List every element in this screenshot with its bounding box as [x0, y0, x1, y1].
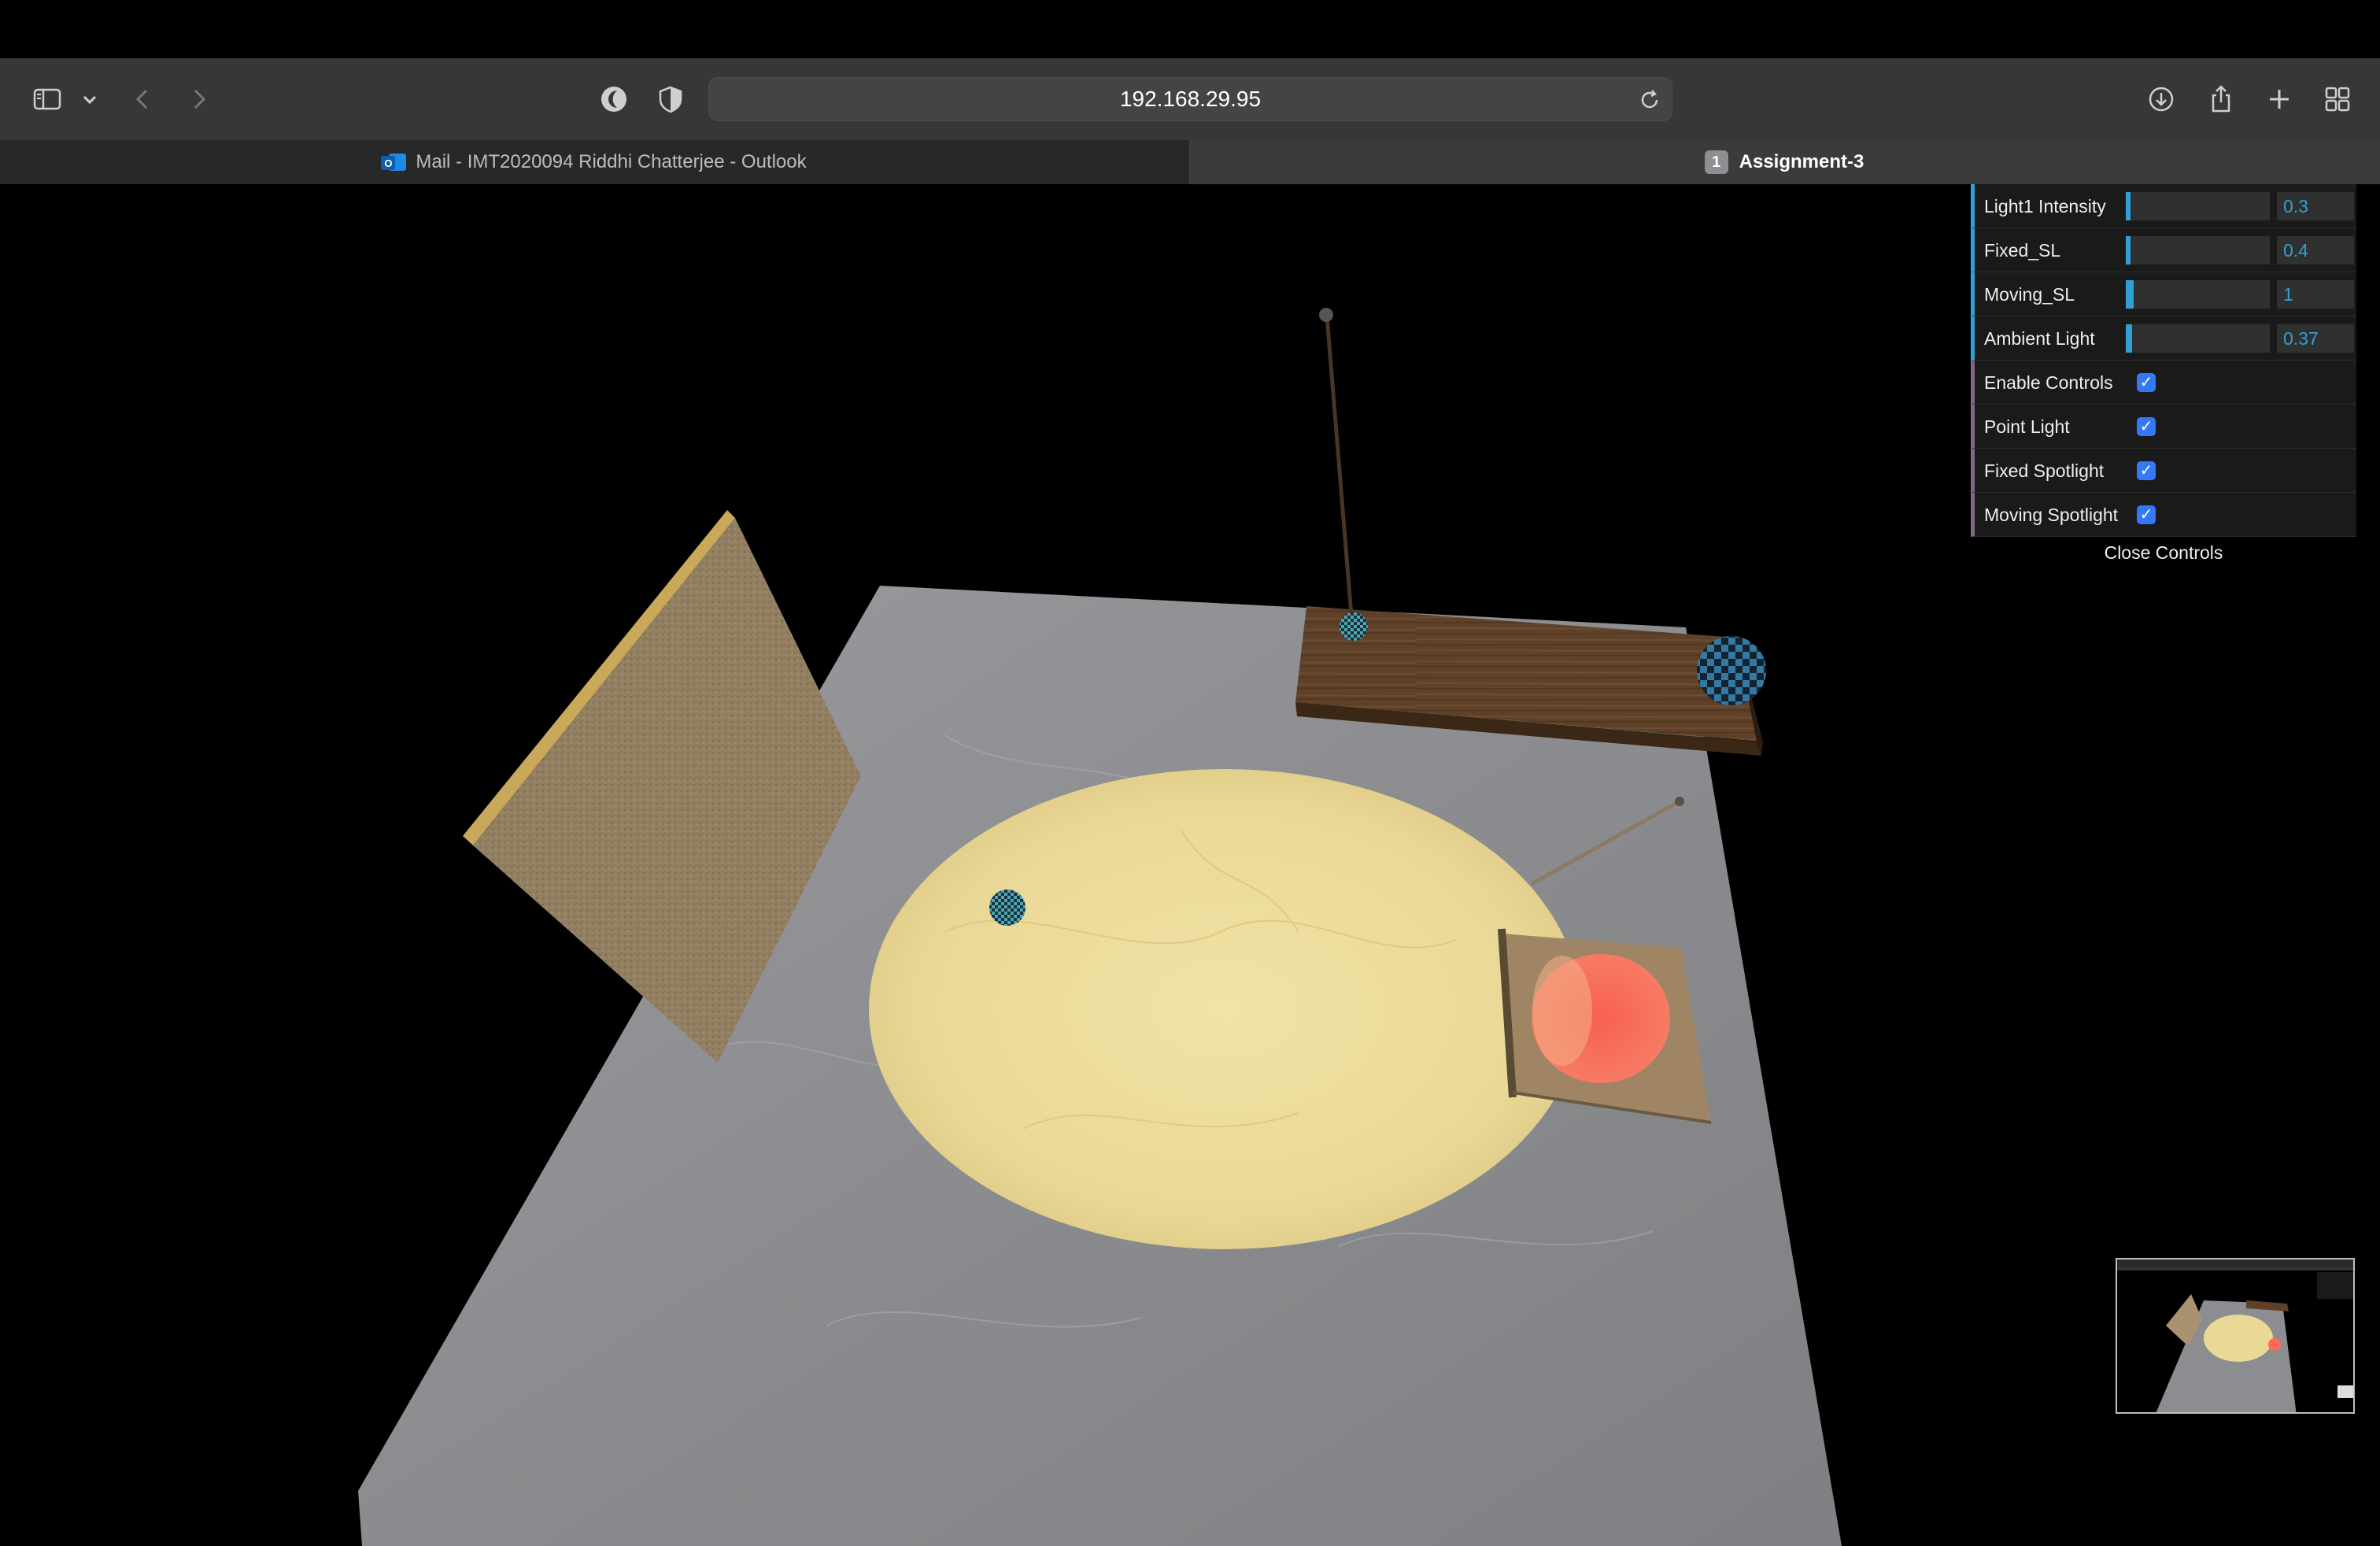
checkbox[interactable]: ✓ — [2137, 505, 2156, 524]
slider-moving-sl[interactable]: Moving_SL 1 — [1971, 272, 2356, 316]
slider-fixed-sl[interactable]: Fixed_SL 0.4 — [1971, 228, 2356, 272]
checkered-sphere-small — [1340, 612, 1368, 641]
tab-assignment-3[interactable]: 1 Assignment-3 — [1188, 140, 2380, 184]
slider-fill[interactable] — [2126, 192, 2131, 220]
checkered-sphere-floor — [989, 890, 1026, 926]
checkbox[interactable]: ✓ — [2137, 417, 2156, 436]
share-icon[interactable] — [2197, 76, 2245, 123]
toggle-fixed-spotlight[interactable]: Fixed Spotlight ✓ — [1971, 449, 2356, 493]
privacy-shield-icon[interactable] — [647, 76, 694, 123]
sidebar-icon[interactable] — [24, 76, 71, 123]
value-input[interactable]: 0.4 — [2277, 236, 2354, 264]
download-icon[interactable] — [2138, 76, 2185, 123]
toggle-point-light[interactable]: Point Light ✓ — [1971, 405, 2356, 449]
slider-track[interactable] — [2126, 324, 2270, 353]
slider-label: Light1 Intensity — [1984, 195, 2106, 216]
back-icon[interactable] — [120, 76, 167, 123]
chevron-down-icon[interactable] — [66, 76, 113, 123]
thumbnail-preview — [2117, 1259, 2353, 1412]
toggle-enable-controls[interactable]: Enable Controls ✓ — [1971, 361, 2356, 405]
dark-mode-icon[interactable] — [590, 76, 638, 123]
new-tab-icon[interactable] — [2256, 76, 2303, 123]
checkbox[interactable]: ✓ — [2137, 461, 2156, 480]
browser-toolbar: 192.168.29.95 — [0, 58, 2380, 140]
forward-icon[interactable] — [175, 76, 222, 123]
slider-track[interactable] — [2126, 192, 2270, 220]
tab-overview-icon[interactable] — [2314, 76, 2361, 123]
window-thumbnail[interactable] — [2116, 1258, 2355, 1414]
rod-end — [1675, 797, 1684, 806]
slider-label: Fixed_SL — [1984, 239, 2061, 261]
checkbox[interactable]: ✓ — [2137, 373, 2156, 392]
slider-track[interactable] — [2126, 280, 2270, 309]
spotlight-circle — [869, 769, 1580, 1249]
toggle-label: Fixed Spotlight — [1984, 460, 2105, 481]
lamp-pole — [1325, 316, 1354, 626]
address-bar[interactable]: 192.168.29.95 — [708, 77, 1672, 121]
slider-label: Ambient Light — [1984, 327, 2095, 349]
toggle-moving-spotlight[interactable]: Moving Spotlight ✓ — [1971, 493, 2356, 537]
slider-fill[interactable] — [2126, 236, 2131, 264]
slider-ambient-light[interactable]: Ambient Light 0.37 — [1971, 316, 2356, 361]
tab-badge: 1 — [1704, 150, 1728, 174]
slider-fill[interactable] — [2126, 324, 2132, 353]
outlook-icon: O — [381, 150, 407, 174]
reload-icon[interactable] — [1634, 84, 1665, 116]
url-text[interactable]: 192.168.29.95 — [709, 78, 1672, 120]
close-controls-button[interactable]: Close Controls — [1971, 537, 2356, 568]
toggle-label: Enable Controls — [1984, 372, 2113, 393]
slider-label: Moving_SL — [1984, 283, 2075, 305]
value-input[interactable]: 1 — [2277, 280, 2354, 309]
tab-label: Mail - IMT2020094 Riddhi Chatterjee - Ou… — [416, 151, 807, 172]
red-spot-overlap — [1532, 956, 1592, 1066]
sphere-shading — [1697, 636, 1766, 705]
lamp-bulb — [1319, 308, 1333, 322]
slider-fill[interactable] — [2126, 280, 2134, 309]
tab-outlook-mail[interactable]: O Mail - IMT2020094 Riddhi Chatterjee - … — [0, 140, 1188, 184]
tab-bar: O Mail - IMT2020094 Riddhi Chatterjee - … — [0, 140, 2380, 184]
menu-bar — [0, 0, 2380, 58]
tab-label: Assignment-3 — [1739, 151, 1864, 172]
toggle-label: Moving Spotlight — [1984, 504, 2119, 525]
slider-light1-intensity[interactable]: Light1 Intensity 0.3 — [1971, 184, 2356, 228]
value-input[interactable]: 0.37 — [2277, 324, 2354, 353]
controls-panel: Light1 Intensity 0.3 Fixed_SL 0.4 Moving… — [1971, 184, 2356, 568]
value-input[interactable]: 0.3 — [2277, 192, 2354, 220]
toggle-label: Point Light — [1984, 416, 2070, 437]
webgl-viewport[interactable]: Light1 Intensity 0.3 Fixed_SL 0.4 Moving… — [0, 184, 2380, 1546]
slider-track[interactable] — [2126, 236, 2270, 264]
